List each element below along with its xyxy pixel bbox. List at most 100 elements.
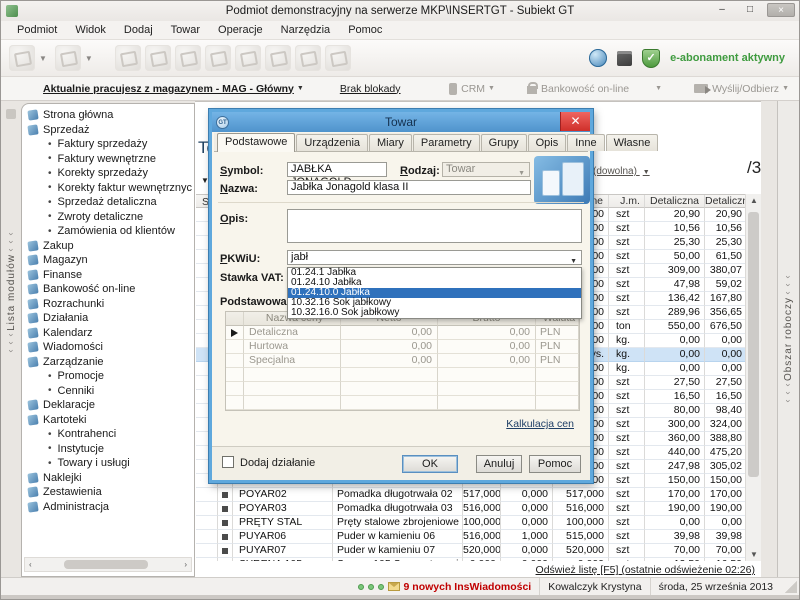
ok-button[interactable]: OK	[402, 455, 458, 473]
sidebar-subitem[interactable]: •Cenniki	[24, 384, 192, 399]
sidebar-item[interactable]: Rozrachunki	[24, 297, 192, 312]
scroll-left-icon[interactable]: ‹	[25, 560, 36, 569]
sidebar-item[interactable]: Wiadomości	[24, 340, 192, 355]
scroll-up-icon[interactable]: ▲	[750, 196, 758, 205]
sidebar-item[interactable]: Bankowość on-line	[24, 282, 192, 297]
tab-urządzenia[interactable]: Urządzenia	[296, 134, 368, 151]
dialog-title-bar[interactable]: GT Towar	[212, 112, 590, 132]
toolbar-icon[interactable]	[265, 45, 291, 71]
toolbar-icon[interactable]	[9, 45, 35, 71]
scrollbar-thumb[interactable]	[64, 560, 148, 569]
toolbar-icon[interactable]	[145, 45, 171, 71]
column-header[interactable]: Detaliczna	[705, 195, 747, 208]
pomoc-button[interactable]: Pomoc	[529, 455, 581, 473]
toolbar-icon[interactable]	[235, 45, 261, 71]
sidebar-item[interactable]: Zarządzanie	[24, 355, 192, 370]
scroll-down-icon[interactable]: ▼	[750, 550, 758, 559]
tab-miary[interactable]: Miary	[369, 134, 412, 151]
table-row[interactable]: PRĘTY STALPręty stalowe zbrojeniowe f100…	[196, 516, 761, 530]
crm-button[interactable]: CRM	[461, 83, 485, 95]
toolbar-icon[interactable]	[115, 45, 141, 71]
sidebar-item[interactable]: Naklejki	[24, 471, 192, 486]
price-row[interactable]: Hurtowa0,000,00PLN	[226, 340, 579, 354]
sidebar-subitem[interactable]: •Zwroty detaliczne	[24, 210, 192, 225]
sidebar-item[interactable]: Finanse	[24, 268, 192, 283]
sidebar-subitem[interactable]: •Sprzedaż detaliczna	[24, 195, 192, 210]
kalkulacja-cen-link[interactable]: Kalkulacja cen	[506, 418, 574, 430]
menu-item-podmiot[interactable]: Podmiot	[9, 22, 65, 38]
dialog-close-button[interactable]: ✕	[560, 112, 590, 131]
tab-inne[interactable]: Inne	[567, 134, 604, 151]
toolbar-icon[interactable]	[205, 45, 231, 71]
tab-grupy[interactable]: Grupy	[481, 134, 527, 151]
globe-icon[interactable]	[589, 49, 607, 67]
toolbar-icon[interactable]	[175, 45, 201, 71]
minimize-button[interactable]: –	[711, 3, 733, 17]
sidebar-subitem[interactable]: •Kontrahenci	[24, 427, 192, 442]
symbol-input[interactable]: JABŁKA JONAGOLD	[287, 162, 387, 177]
tab-podstawowe[interactable]: Podstawowe	[217, 133, 295, 152]
sidebar-horizontal-scrollbar[interactable]: ‹ ›	[24, 557, 192, 572]
sidebar-subitem[interactable]: •Faktury wewnętrzne	[24, 152, 192, 167]
scroll-right-icon[interactable]: ›	[180, 560, 191, 569]
tab-opis[interactable]: Opis	[528, 134, 567, 151]
sidebar-item[interactable]: Zestawienia	[24, 485, 192, 500]
sidebar-item[interactable]: Kalendarz	[24, 326, 192, 341]
pkwiu-option[interactable]: 10.32.16.0 Sok jabłkowy	[288, 308, 581, 318]
filter-dowolna-link[interactable]: (dowolna) ▼	[593, 166, 650, 177]
cube-icon[interactable]	[617, 51, 632, 66]
resize-grip[interactable]	[785, 581, 797, 593]
sidebar-item[interactable]: Kartoteki	[24, 413, 192, 428]
pkwiu-combobox[interactable]: jabł▼	[287, 250, 582, 265]
inswiadomosci-segment[interactable]: 9 nowych InsWiadomości	[350, 578, 540, 595]
sidebar-item[interactable]: Magazyn	[24, 253, 192, 268]
shield-check-icon[interactable]: ✓	[642, 49, 660, 68]
sidebar-subitem[interactable]: •Zamówienia od klientów	[24, 224, 192, 239]
sidebar-item[interactable]: Deklaracje	[24, 398, 192, 413]
filter-triangle-icon[interactable]: ▼	[201, 176, 209, 185]
tab-własne[interactable]: Własne	[606, 134, 659, 151]
sidebar-subitem[interactable]: •Korekty sprzedaży	[24, 166, 192, 181]
sidebar-item[interactable]: Zakup	[24, 239, 192, 254]
scrollbar-thumb[interactable]	[748, 212, 759, 477]
blokada-link[interactable]: Brak blokady	[340, 83, 401, 95]
magazyn-link[interactable]: Aktualnie pracujesz z magazynem - MAG - …	[43, 83, 294, 95]
chevron-down-icon[interactable]: ▼	[85, 54, 93, 63]
menu-item-dodaj[interactable]: Dodaj	[116, 22, 161, 38]
wyslij-odbierz-button[interactable]: Wyślij/Odbierz	[712, 83, 779, 95]
menu-item-narzędzia[interactable]: Narzędzia	[273, 22, 339, 38]
table-row[interactable]: POYAR03Pomadka długotrwała 03516,0000,00…	[196, 502, 761, 516]
menu-item-widok[interactable]: Widok	[67, 22, 114, 38]
workspace-strip[interactable]: › › › Obszar roboczy › › ›	[777, 101, 799, 577]
table-row[interactable]: SYRENA 105Syrena 105 Super stan, nie0,00…	[196, 558, 761, 561]
menu-item-pomoc[interactable]: Pomoc	[340, 22, 390, 38]
anuluj-button[interactable]: Anuluj	[476, 455, 522, 473]
bankowosc-button[interactable]: Bankowość on-line	[541, 83, 629, 95]
toolbar-icon[interactable]	[55, 45, 81, 71]
price-row[interactable]: Specjalna0,000,00PLN	[226, 354, 579, 368]
price-row[interactable]: Detaliczna0,000,00PLN	[226, 326, 579, 340]
refresh-list-link[interactable]: Odśwież listę [F5] (ostatnie odświeżenie…	[536, 564, 755, 576]
dodaj-dzialanie-checkbox[interactable]	[222, 456, 234, 468]
sidebar-subitem[interactable]: •Instytucje	[24, 442, 192, 457]
toolbar-icon[interactable]	[325, 45, 351, 71]
column-header[interactable]: J.m.	[609, 195, 645, 208]
tab-parametry[interactable]: Parametry	[413, 134, 480, 151]
sidebar-subitem[interactable]: •Faktury sprzedaży	[24, 137, 192, 152]
pin-icon[interactable]	[6, 109, 16, 119]
nazwa-input[interactable]: Jabłka Jonagold klasa II	[287, 180, 531, 195]
toolbar-icon[interactable]	[295, 45, 321, 71]
sidebar-subitem[interactable]: •Korekty faktur wewnętrznych	[24, 181, 192, 196]
maximize-button[interactable]: □	[739, 3, 761, 17]
sidebar-item[interactable]: Administracja	[24, 500, 192, 515]
close-button[interactable]: ×	[767, 3, 795, 17]
sidebar-item[interactable]: Działania	[24, 311, 192, 326]
sidebar-item[interactable]: Sprzedaż	[24, 123, 192, 138]
table-vertical-scrollbar[interactable]: ▲ ▼	[745, 194, 761, 561]
new-messages-count[interactable]: 9 nowych InsWiadomości	[404, 581, 532, 593]
menu-item-operacje[interactable]: Operacje	[210, 22, 271, 38]
table-row[interactable]: POYAR02Pomadka długotrwała 02517,0000,00…	[196, 488, 761, 502]
menu-item-towar[interactable]: Towar	[163, 22, 208, 38]
table-row[interactable]: PUYAR07Puder w kamieniu 07520,0000,00052…	[196, 544, 761, 558]
sidebar-subitem[interactable]: •Promocje	[24, 369, 192, 384]
